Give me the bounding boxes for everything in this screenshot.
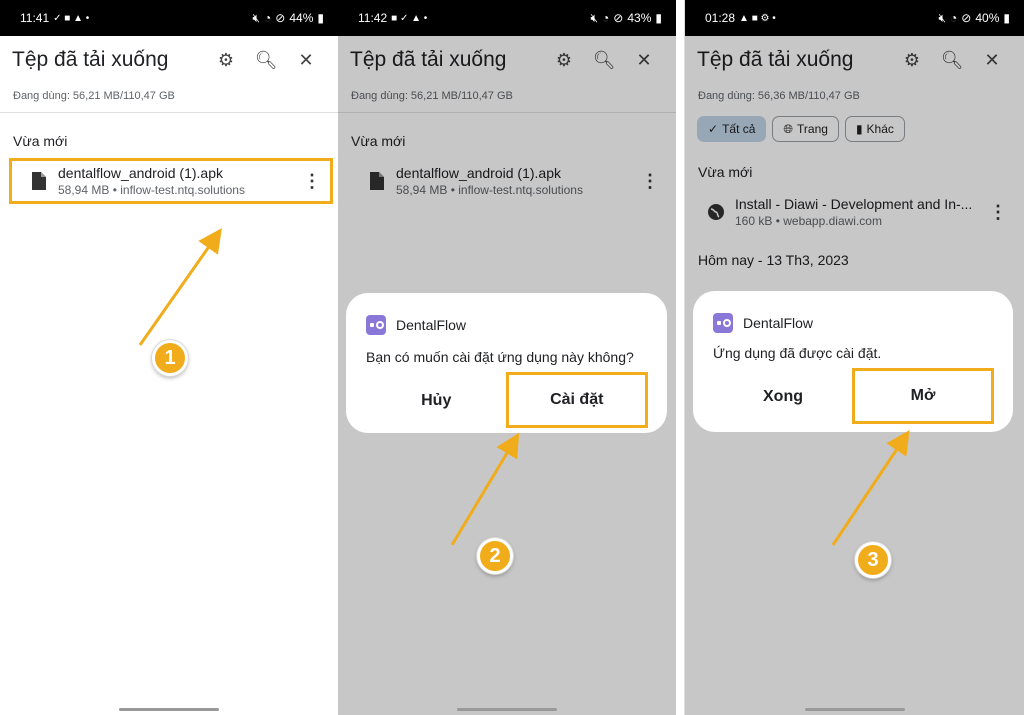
app-bar: Tệp đã tải xuống ⚙ 🔍︎ ✕	[0, 36, 338, 84]
gesture-bar	[119, 708, 219, 711]
notification-icons: ▲ ■ ⚙ •	[739, 12, 776, 24]
more-options-icon[interactable]: ⋮	[302, 171, 322, 192]
open-button[interactable]: Mở	[852, 368, 994, 424]
search-icon[interactable]: 🔍︎	[246, 50, 286, 71]
app-icon	[713, 313, 733, 333]
status-time: 01:28	[705, 11, 736, 25]
battery-level: 40%	[975, 11, 1000, 25]
status-time: 11:42	[358, 11, 388, 25]
mute-icon: 🔇︎	[252, 10, 261, 25]
screen-3: 01:28 ▲ ■ ⚙ • 🔇︎ ◔ ⊘ 40% ▮ Tệp đã tải xuống ⚙…	[684, 0, 1024, 715]
step-badge-2: 2	[477, 538, 513, 574]
battery-icon: ▮	[317, 11, 324, 25]
wifi-icon: ◔	[950, 11, 958, 25]
wifi-icon: ◔	[264, 11, 272, 25]
screen-2: 11:42 ■ ✓ ▲ • 🔇︎ ◔ ⊘ 43% ▮ Tệp đã tải xuống ⚙…	[338, 0, 676, 715]
close-icon[interactable]: ✕	[286, 50, 326, 71]
battery-icon: ▮	[655, 11, 662, 25]
dnd-icon: ⊘	[961, 11, 972, 25]
dialog-message: Bạn có muốn cài đặt ứng dụng này không?	[366, 349, 634, 365]
dialog-app-name: DentalFlow	[743, 315, 814, 331]
app-icon	[366, 315, 386, 335]
step-badge-3: 3	[855, 542, 891, 578]
status-bar: 01:28 ▲ ■ ⚙ • 🔇︎ ◔ ⊘ 40% ▮	[685, 0, 1024, 36]
done-button[interactable]: Xong	[713, 373, 853, 421]
install-dialog: DentalFlow Bạn có muốn cài đặt ứng dụng …	[346, 293, 667, 433]
wifi-icon: ◔	[602, 11, 610, 25]
status-bar: 11:41 ✓ ■ ▲ • 🔇︎ ◔ ⊘ 44% ▮	[0, 0, 338, 36]
dnd-icon: ⊘	[613, 11, 624, 25]
page-title: Tệp đã tải xuống	[12, 48, 169, 71]
file-name: dentalflow_android (1).apk	[58, 165, 223, 181]
mute-icon: 🔇︎	[590, 10, 599, 25]
step-badge-1: 1	[152, 340, 188, 376]
battery-level: 44%	[289, 11, 314, 25]
install-button[interactable]: Cài đặt	[505, 372, 648, 428]
download-item[interactable]: dentalflow_android (1).apk 58,94 MB • in…	[9, 158, 333, 204]
status-bar: 11:42 ■ ✓ ▲ • 🔇︎ ◔ ⊘ 43% ▮	[338, 0, 676, 36]
gesture-bar	[804, 708, 905, 711]
notification-icons: ■ ✓ ▲ •	[391, 12, 428, 24]
storage-usage: Đang dùng: 56,21 MB/110,47 GB	[0, 84, 338, 113]
battery-level: 43%	[627, 11, 652, 25]
file-meta: 58,94 MB • inflow-test.ntq.solutions	[58, 183, 245, 197]
section-header: Vừa mới	[13, 133, 68, 149]
file-icon	[20, 172, 58, 190]
battery-icon: ▮	[1003, 11, 1010, 25]
dialog-message: Ứng dụng đã được cài đặt.	[713, 345, 882, 361]
status-time: 11:41	[20, 11, 50, 25]
installed-dialog: DentalFlow Ứng dụng đã được cài đặt. Xon…	[693, 291, 1013, 432]
dnd-icon: ⊘	[275, 11, 286, 25]
dialog-app-name: DentalFlow	[396, 317, 467, 333]
notification-icons: ✓ ■ ▲ •	[53, 12, 90, 24]
gesture-bar	[457, 708, 557, 711]
cancel-button[interactable]: Hủy	[366, 377, 507, 425]
settings-gear-icon[interactable]: ⚙	[206, 50, 246, 71]
mute-icon: 🔇︎	[938, 10, 947, 25]
